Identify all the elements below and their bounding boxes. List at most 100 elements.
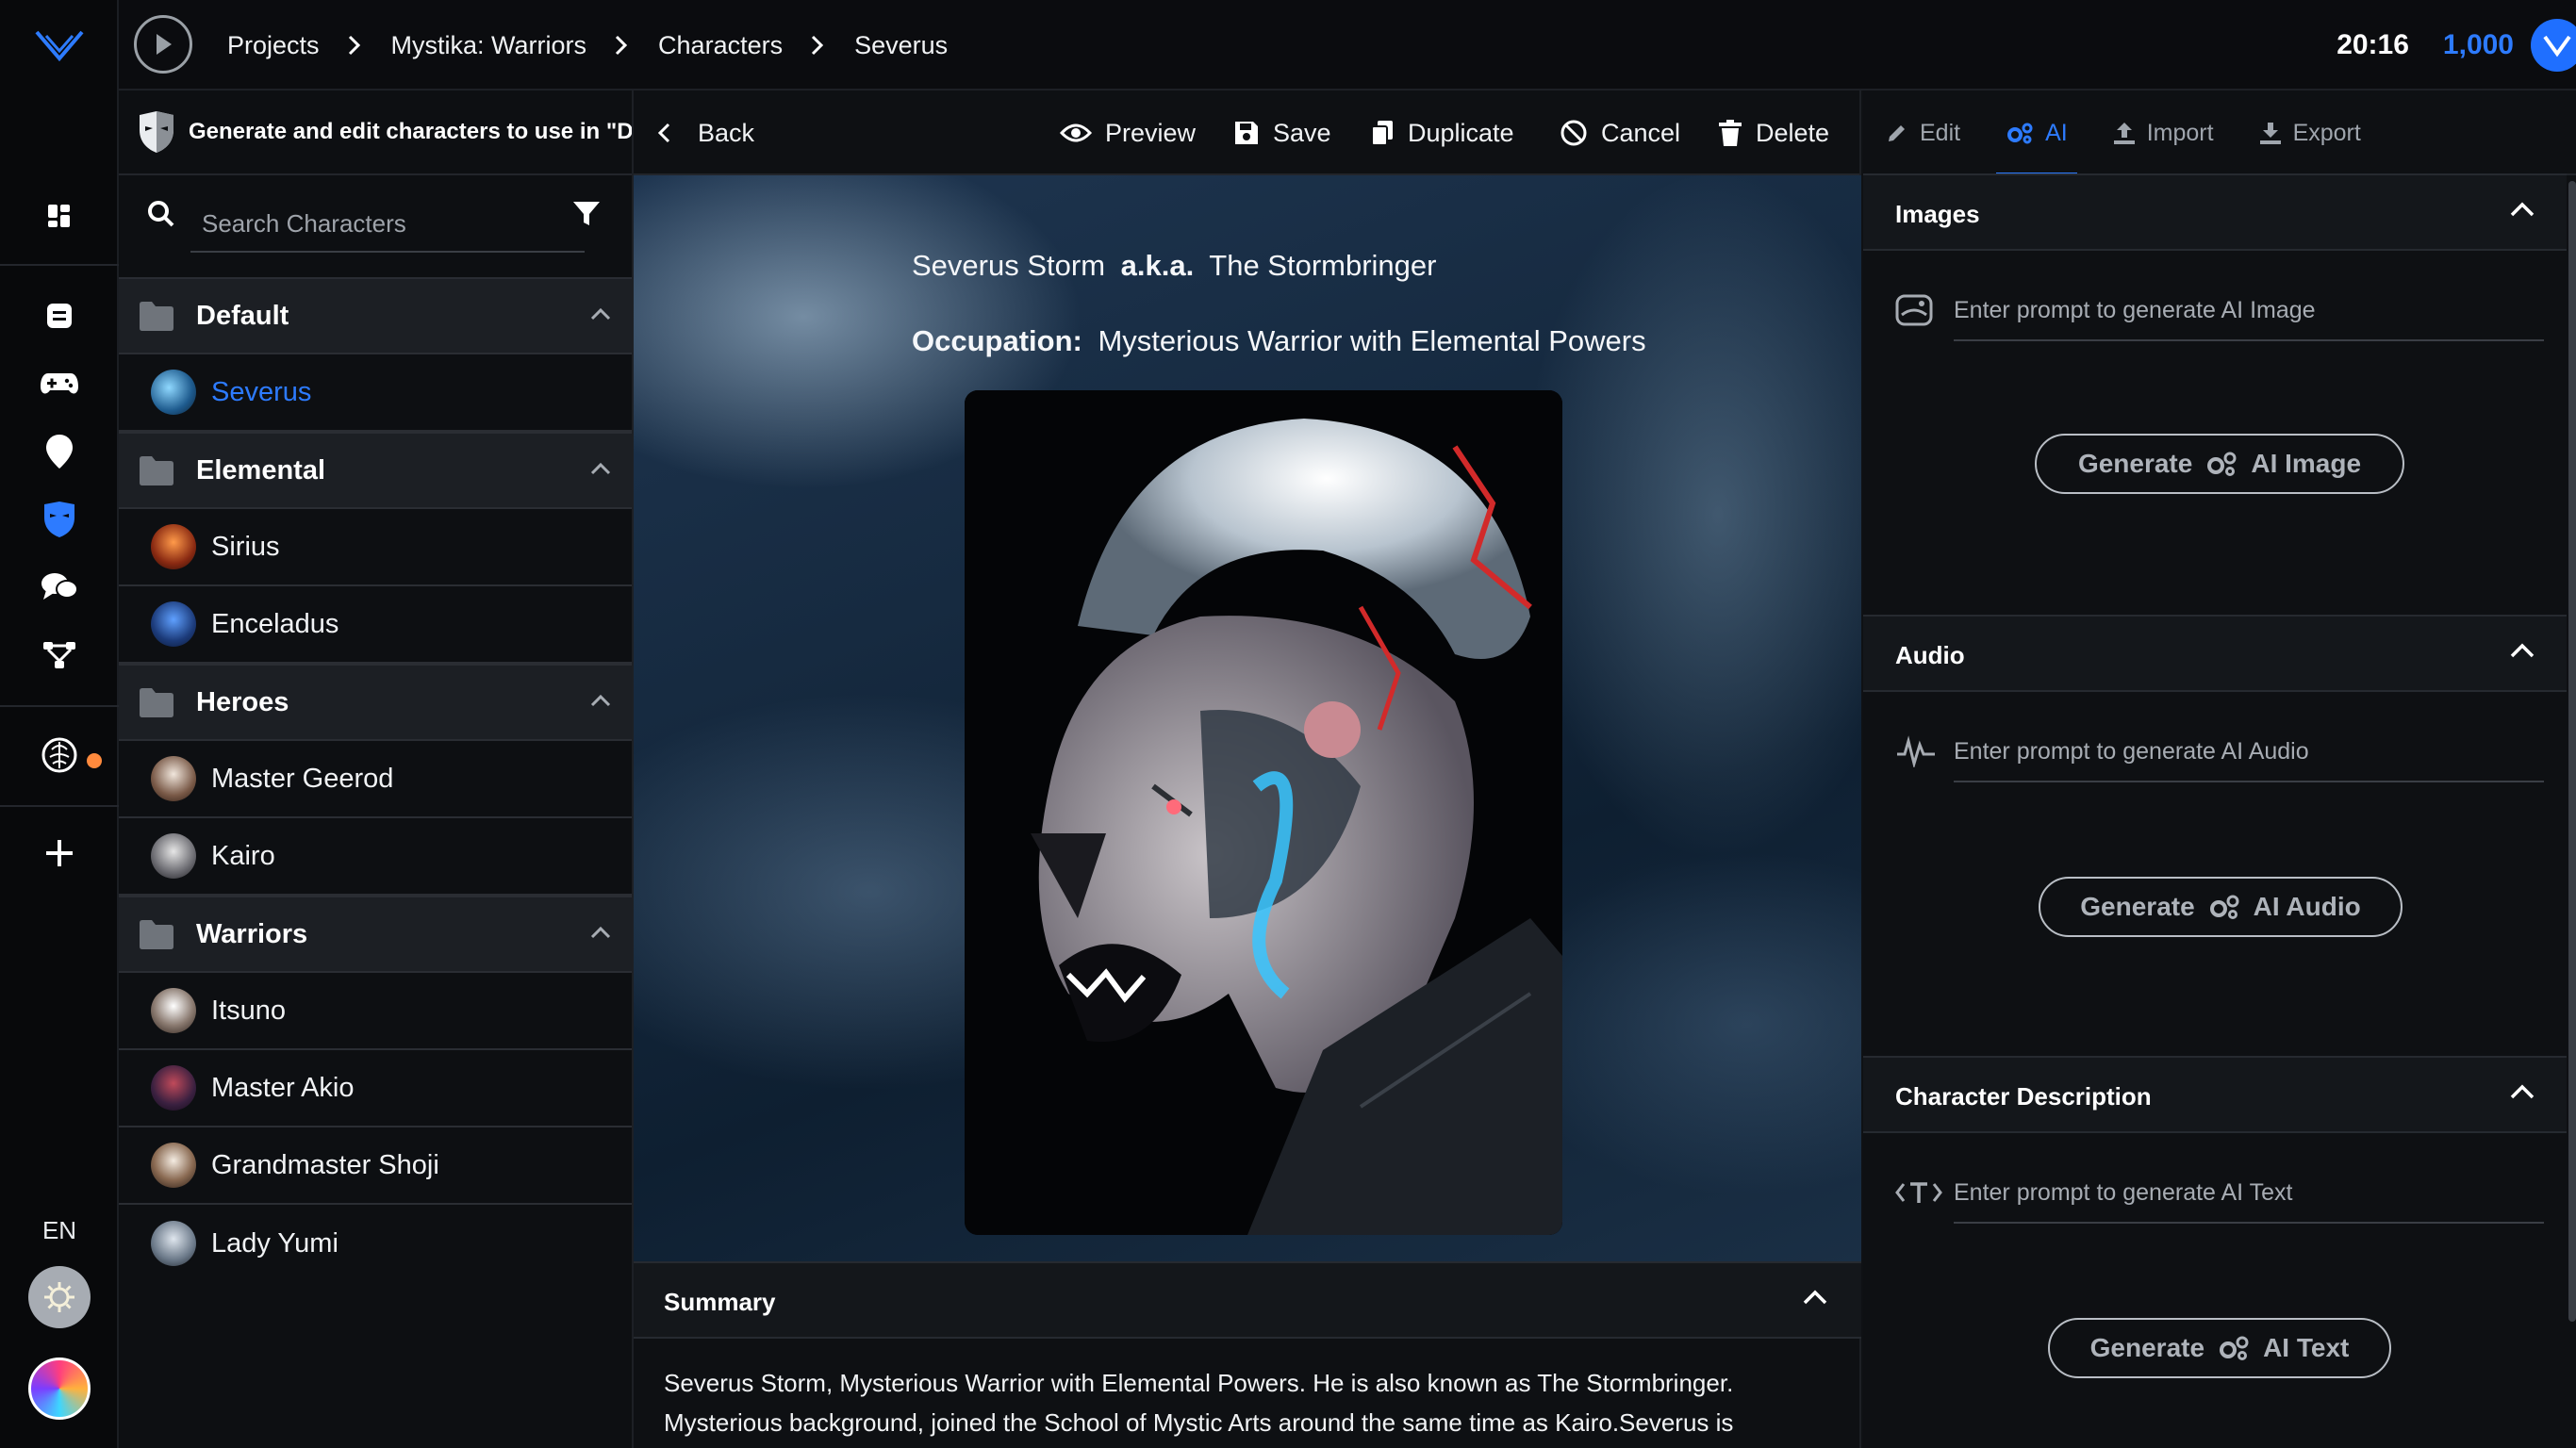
eye-icon	[1060, 123, 1092, 142]
image-prompt-input[interactable]	[1954, 281, 2544, 341]
back-button[interactable]: Back	[656, 90, 754, 175]
ai-brain-icon[interactable]	[36, 732, 83, 779]
character-name: Enceladus	[211, 608, 339, 639]
document-icon[interactable]	[36, 292, 83, 339]
ai-gears-icon	[2207, 452, 2237, 476]
chevron-up-icon[interactable]	[590, 926, 611, 939]
summary-text: Severus Storm, Mysterious Warrior with E…	[664, 1363, 1833, 1442]
cancel-button[interactable]: Cancel	[1560, 90, 1680, 175]
generate-ai-text-button[interactable]: Generate AI Text	[2048, 1318, 2391, 1378]
tab-ai[interactable]: AI	[1983, 90, 2090, 177]
preview-button[interactable]: Preview	[1060, 90, 1196, 175]
summary-section-header[interactable]: Summary	[634, 1261, 1861, 1339]
detail-toolbar: Back Preview Save Duplicate Cancel Delet…	[634, 90, 1859, 175]
character-item-kairo[interactable]: Kairo	[119, 818, 632, 896]
play-button[interactable]	[134, 15, 192, 74]
credits-count[interactable]: 1,000	[2443, 29, 2514, 61]
character-item-lady-yumi[interactable]: Lady Yumi	[119, 1205, 632, 1282]
character-item-severus[interactable]: Severus	[119, 354, 632, 432]
group-name: Heroes	[196, 686, 289, 717]
character-portrait-image[interactable]	[965, 390, 1562, 1235]
description-section-header[interactable]: Character Description	[1863, 1056, 2567, 1133]
summary-line: Severus Storm, Mysterious Warrior with E…	[664, 1369, 1734, 1397]
avatar	[151, 1143, 196, 1188]
save-button[interactable]: Save	[1233, 90, 1331, 175]
section-title: Character Description	[1895, 1082, 2152, 1111]
delete-button[interactable]: Delete	[1718, 90, 1829, 175]
upload-icon	[2113, 123, 2135, 144]
duplicate-button[interactable]: Duplicate	[1370, 90, 1514, 175]
character-item-master-geerod[interactable]: Master Geerod	[119, 741, 632, 818]
add-icon[interactable]	[36, 830, 83, 877]
breadcrumb-projects[interactable]: Projects	[227, 31, 320, 60]
group-elemental[interactable]: Elemental	[119, 432, 632, 509]
right-panel-scrollbar[interactable]	[2568, 181, 2576, 1322]
group-name: Elemental	[196, 454, 325, 485]
location-pin-icon[interactable]	[36, 428, 83, 475]
dialogue-icon[interactable]	[36, 564, 83, 611]
search-input[interactable]	[190, 196, 585, 253]
chevron-up-icon[interactable]	[590, 462, 611, 475]
tab-edit[interactable]: Edit	[1863, 90, 1983, 175]
copy-icon	[1371, 121, 1393, 146]
chevron-up-icon[interactable]	[590, 694, 611, 707]
chevron-up-icon[interactable]	[590, 307, 611, 321]
flow-icon[interactable]	[36, 632, 83, 679]
character-name: Lady Yumi	[211, 1227, 339, 1259]
summary-line: Mysterious background, joined the School…	[664, 1408, 1734, 1437]
generate-ai-audio-button[interactable]: Generate AI Audio	[2039, 877, 2403, 937]
avatar	[151, 833, 196, 879]
character-item-itsuno[interactable]: Itsuno	[119, 973, 632, 1050]
settings-gear-icon[interactable]	[28, 1266, 91, 1328]
chevron-up-icon[interactable]	[2510, 1084, 2535, 1099]
avatar	[151, 601, 196, 647]
character-item-enceladus[interactable]: Enceladus	[119, 586, 632, 664]
images-section-header[interactable]: Images	[1863, 173, 2567, 251]
character-name-line: Severus Storm a.k.a. The Stormbringer	[912, 249, 1436, 283]
tab-import[interactable]: Import	[2090, 90, 2237, 175]
avatar	[151, 524, 196, 569]
chevron-up-icon[interactable]	[1803, 1290, 1827, 1305]
notification-dot	[87, 753, 102, 768]
text-prompt-input[interactable]	[1954, 1163, 2544, 1224]
character-item-sirius[interactable]: Sirius	[119, 509, 632, 586]
filter-icon[interactable]	[571, 200, 602, 228]
credits-logo-icon[interactable]	[2531, 19, 2576, 72]
ai-gears-icon	[2220, 1336, 2249, 1360]
app-logo-icon[interactable]	[33, 26, 86, 64]
group-warriors[interactable]: Warriors	[119, 896, 632, 973]
chevron-right-icon	[348, 35, 361, 56]
clock: 20:16	[2337, 29, 2409, 60]
user-avatar[interactable]	[28, 1358, 91, 1420]
character-name: Kairo	[211, 840, 275, 871]
dashboard-icon[interactable]	[36, 192, 83, 239]
audio-section-header[interactable]: Audio	[1863, 615, 2567, 692]
right-panel-tabs: Edit AI Import Export	[1863, 90, 2576, 177]
character-name: Sirius	[211, 531, 280, 562]
chevron-up-icon[interactable]	[2510, 643, 2535, 658]
generate-ai-image-button[interactable]: Generate AI Image	[2035, 434, 2404, 494]
aka-label: a.k.a.	[1120, 249, 1195, 282]
tab-export[interactable]: Export	[2237, 90, 2384, 175]
group-heroes[interactable]: Heroes	[119, 664, 632, 741]
breadcrumb-characters[interactable]: Characters	[658, 31, 783, 60]
breadcrumb-project[interactable]: Mystika: Warriors	[391, 31, 587, 60]
character-mask-icon[interactable]	[36, 496, 83, 543]
character-mask-icon	[140, 111, 173, 153]
folder-icon	[140, 302, 173, 331]
audio-prompt-input[interactable]	[1954, 722, 2544, 782]
breadcrumb: Projects Mystika: Warriors Characters Se…	[227, 0, 948, 90]
character-alias: The Stormbringer	[1209, 249, 1437, 282]
language-selector[interactable]: EN	[0, 1216, 119, 1245]
download-icon	[2259, 123, 2281, 144]
top-bar: Projects Mystika: Warriors Characters Se…	[119, 0, 2576, 90]
section-title: Images	[1895, 200, 1980, 228]
gamepad-icon[interactable]	[36, 360, 83, 407]
chevron-up-icon[interactable]	[2510, 202, 2535, 217]
character-item-master-akio[interactable]: Master Akio	[119, 1050, 632, 1127]
cancel-icon	[1560, 120, 1587, 146]
chevron-left-icon	[657, 123, 670, 143]
group-default[interactable]: Default	[119, 277, 632, 354]
character-item-grandmaster-shoji[interactable]: Grandmaster Shoji	[119, 1127, 632, 1205]
character-name: Master Akio	[211, 1072, 355, 1103]
